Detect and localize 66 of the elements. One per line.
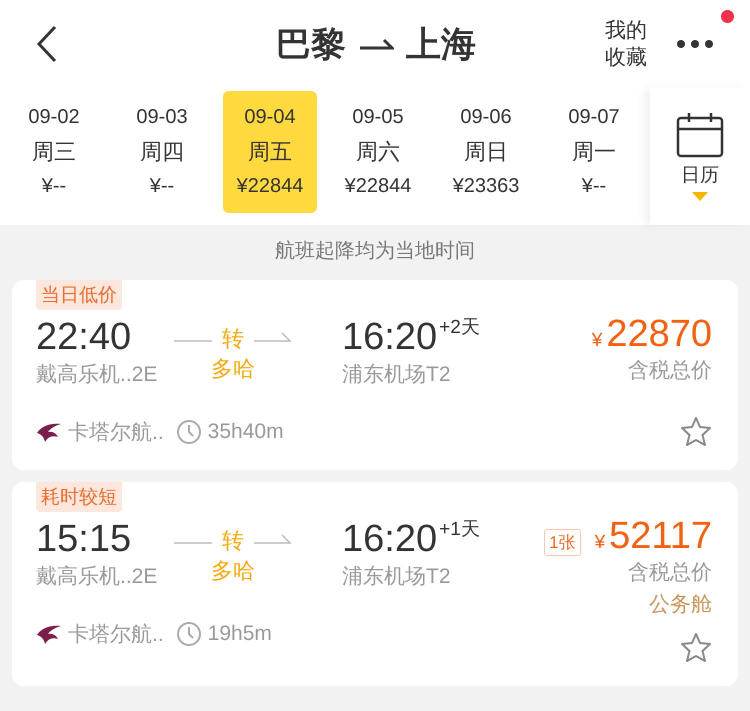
date-tab[interactable]: 09-05 周六 ¥22844 (324, 91, 432, 213)
weekday-label: 周日 (464, 138, 508, 166)
airline-name: 卡塔尔航.. (68, 420, 164, 446)
date-tab[interactable]: 09-02 周三 ¥-- (0, 91, 108, 213)
arrival-airport: 浦东机场T2 (342, 362, 452, 388)
weekday-label: 周一 (572, 138, 616, 166)
price-note: 含税总价 (628, 358, 712, 384)
date-tab[interactable]: 09-07 周一 ¥-- (540, 91, 648, 213)
date-label: 09-04 (244, 106, 296, 129)
favorites-link[interactable]: 我的收藏 (604, 17, 648, 71)
date-price: ¥-- (42, 175, 66, 198)
date-label: 09-05 (352, 106, 404, 129)
notice-text: 航班起降均为当地时间 (274, 239, 476, 264)
currency-sign: ¥ (592, 330, 602, 352)
weekday-label: 周三 (32, 138, 76, 166)
date-tab[interactable]: 09-06 周日 ¥23363 (432, 91, 540, 213)
departure-airport: 戴高乐机..2E (36, 362, 158, 388)
date-label: 09-06 (460, 106, 512, 129)
flight-duration: 35h40m (208, 420, 284, 444)
flight-tag: 耗时较短 (36, 482, 122, 512)
more-icon (676, 39, 714, 49)
departure-airport: 戴高乐机..2E (36, 564, 158, 590)
flight-tag: 当日低价 (36, 280, 122, 310)
date-label: 09-07 (568, 106, 620, 129)
clock-icon (176, 419, 202, 445)
transfer-label: 转 (222, 325, 244, 353)
airline-logo-icon (36, 623, 62, 645)
date-tab[interactable]: 09-04 周五 ¥22844 (223, 91, 317, 213)
calendar-button[interactable]: 日历 (650, 88, 750, 225)
date-label: 09-02 (28, 106, 80, 129)
weekday-label: 周四 (140, 138, 184, 166)
day-offset: +2天 (439, 316, 480, 340)
calendar-icon (676, 112, 724, 158)
date-price: ¥22844 (344, 175, 412, 198)
back-icon (36, 25, 58, 63)
back-button[interactable] (36, 25, 58, 63)
departure-time: 22:40 (36, 315, 132, 360)
cabin-class: 公务舱 (649, 592, 712, 618)
clock-icon (176, 621, 202, 647)
weekday-label: 周六 (356, 138, 400, 166)
arrival-time: 16:20 (342, 517, 438, 562)
date-label: 09-03 (136, 106, 188, 129)
date-price: ¥22844 (236, 175, 304, 198)
date-price: ¥-- (582, 175, 606, 198)
departure-time: 15:15 (36, 517, 132, 562)
transfer-city: 多哈 (211, 557, 255, 585)
flight-price: 52117 (609, 514, 712, 558)
currency-sign: ¥ (594, 532, 606, 554)
transfer-city: 多哈 (211, 355, 255, 383)
flight-duration: 19h5m (208, 622, 272, 646)
airline-name: 卡塔尔航.. (68, 622, 164, 648)
date-price: ¥23363 (452, 175, 520, 198)
ticket-count: 1张 (544, 529, 581, 556)
destination-city: 上海 (406, 24, 476, 66)
price-note: 含税总价 (628, 560, 712, 586)
arrival-time: 16:20 (342, 315, 438, 360)
arrival-airport: 浦东机场T2 (342, 564, 452, 590)
flight-price: 22870 (606, 312, 712, 356)
date-tab[interactable]: 09-03 周四 ¥-- (108, 91, 216, 213)
date-price: ¥-- (150, 175, 174, 198)
airline-logo-icon (36, 421, 62, 443)
transfer-label: 转 (222, 527, 244, 555)
caret-icon (692, 192, 708, 201)
day-offset: +1天 (439, 518, 480, 542)
weekday-label: 周五 (248, 138, 292, 166)
origin-city: 巴黎 (276, 24, 346, 66)
